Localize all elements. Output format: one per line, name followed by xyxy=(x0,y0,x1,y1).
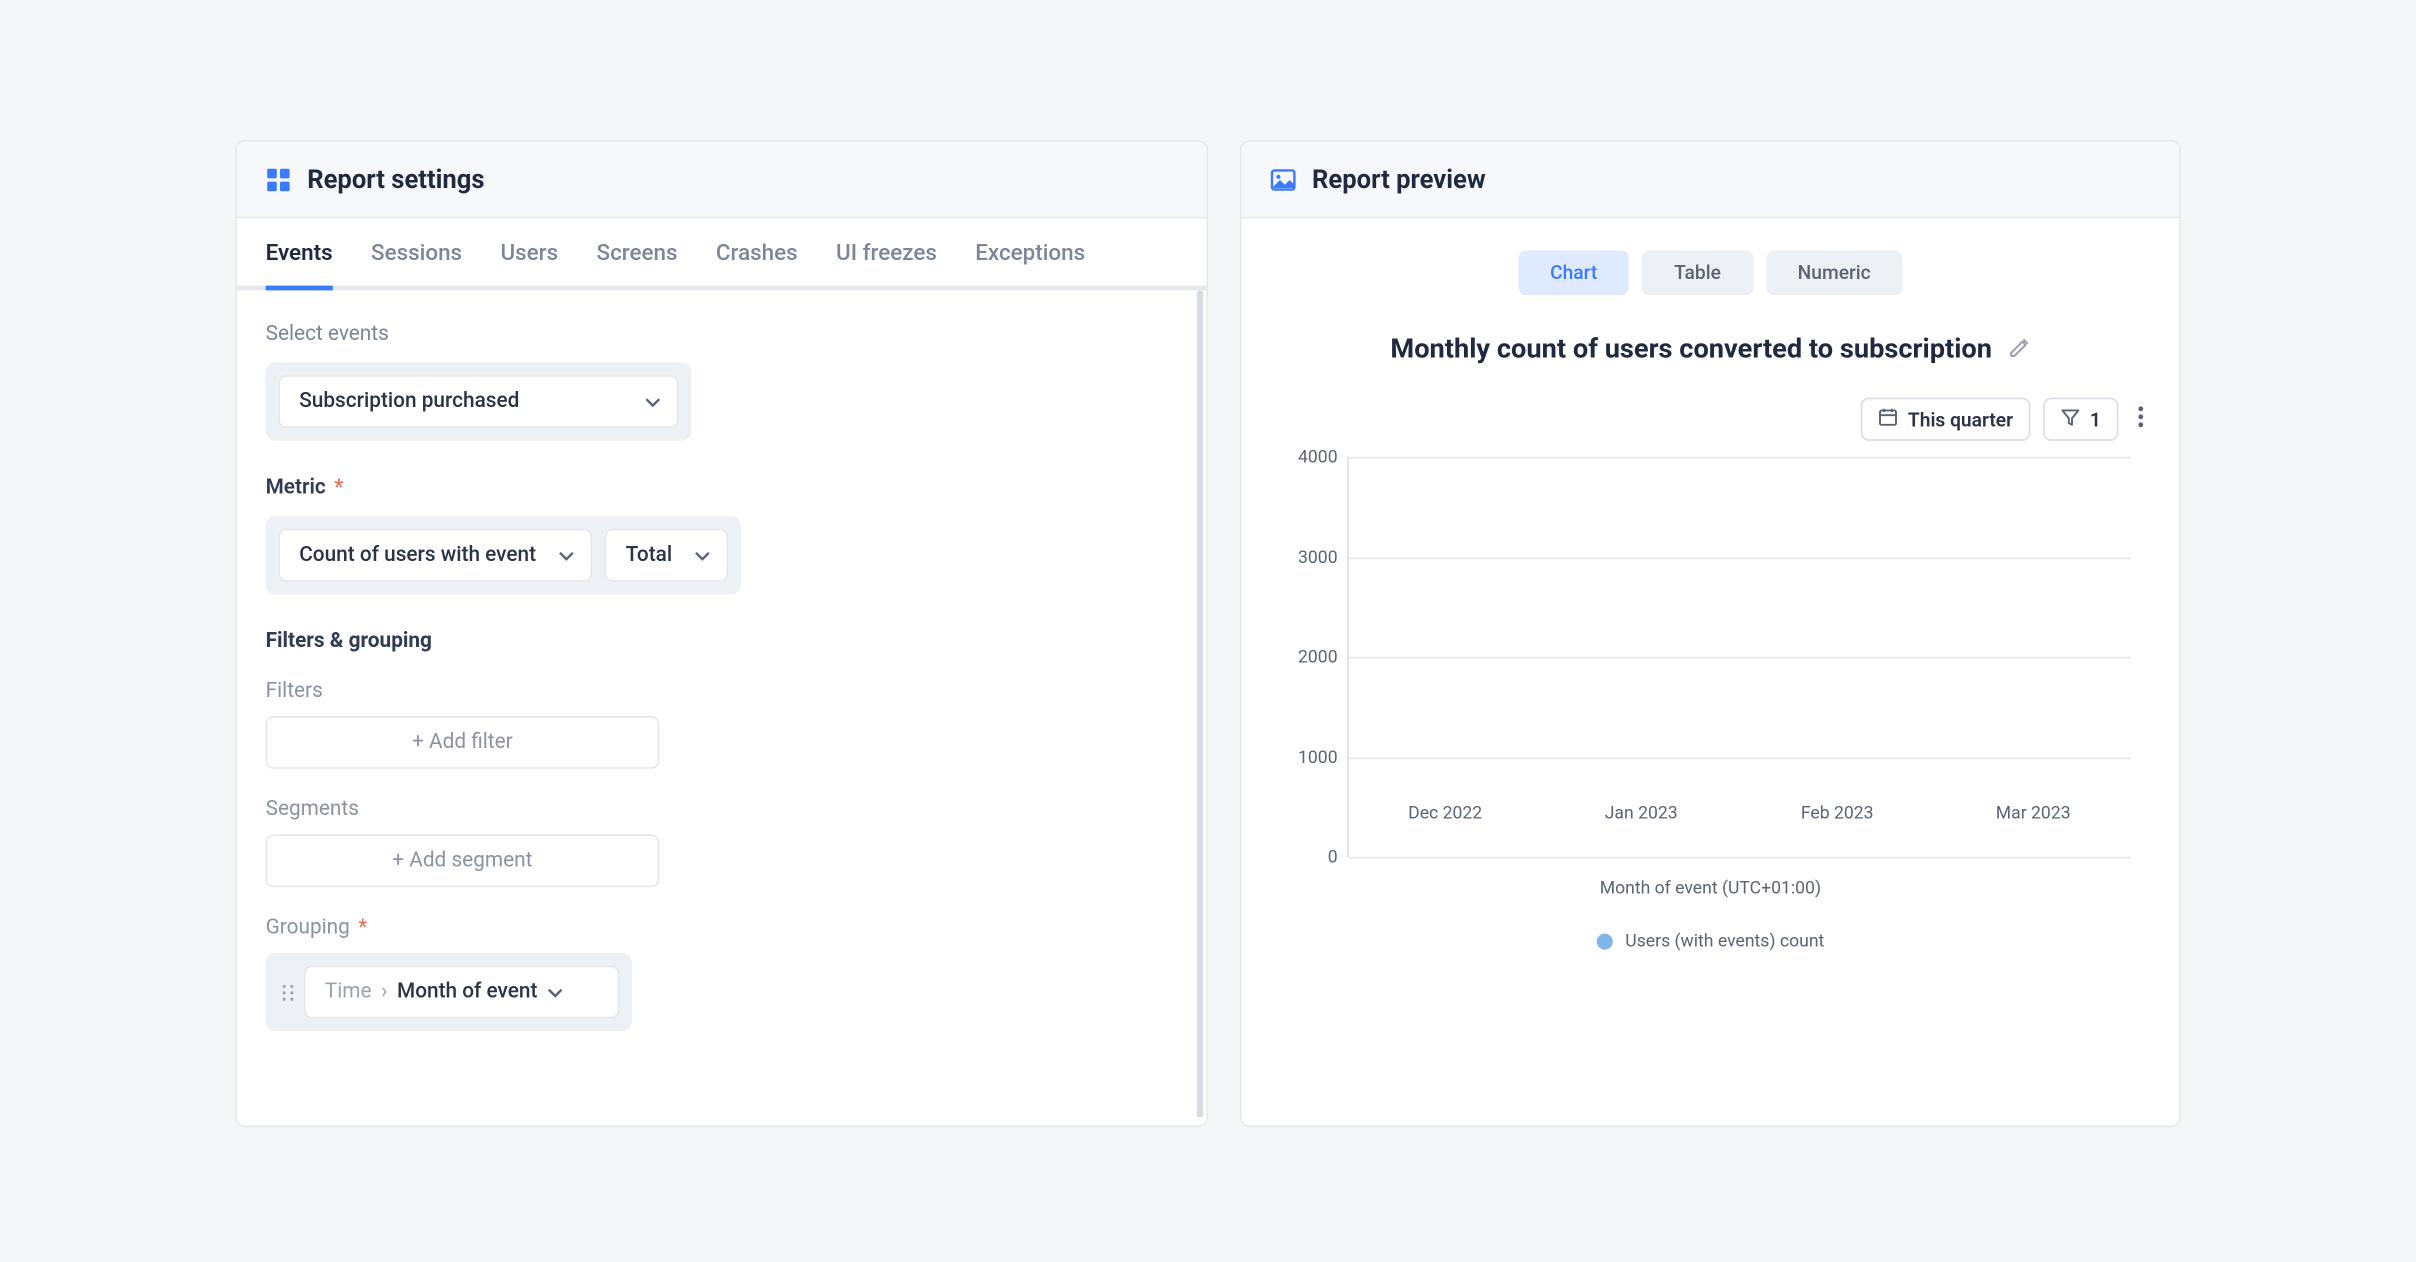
settings-body: Select events Subscription purchased Met… xyxy=(237,290,1207,1117)
x-tick-label: Dec 2022 xyxy=(1408,802,1482,823)
scrollbar[interactable] xyxy=(1197,290,1203,1117)
y-tick-label: 1000 xyxy=(1270,746,1337,767)
date-range-button[interactable]: This quarter xyxy=(1862,398,2031,441)
chart-title-row: Monthly count of users converted to subs… xyxy=(1270,334,2150,366)
aggregation-select[interactable]: Total xyxy=(605,529,728,582)
x-axis-label: Month of event (UTC+01:00) xyxy=(1270,878,2150,899)
metric-group: Count of users with event Total xyxy=(266,516,741,594)
filter-count-button[interactable]: 1 xyxy=(2043,398,2118,441)
tab-sessions[interactable]: Sessions xyxy=(371,218,462,290)
select-events-label: Select events xyxy=(266,322,1178,346)
chevron-down-icon xyxy=(547,984,563,1000)
filter-count: 1 xyxy=(2090,408,2101,430)
event-select-value: Subscription purchased xyxy=(299,390,519,414)
report-settings-panel: Report settings Events Sessions Users Scree… xyxy=(235,140,1208,1127)
event-picker-group: Subscription purchased xyxy=(266,362,692,440)
y-tick-label: 2000 xyxy=(1270,646,1337,667)
grouping-row: Time › Month of event xyxy=(266,953,632,1031)
chart-toolbar: This quarter 1 xyxy=(1270,398,2150,441)
view-chart-button[interactable]: Chart xyxy=(1518,250,1629,295)
metric-select-value: Count of users with event xyxy=(299,543,536,567)
grouping-category: Time xyxy=(325,980,372,1004)
grouping-select[interactable]: Time › Month of event xyxy=(304,966,619,1019)
segments-label: Segments xyxy=(266,798,1178,822)
tab-screens[interactable]: Screens xyxy=(597,218,678,290)
tab-events[interactable]: Events xyxy=(266,218,333,290)
y-tick-label: 4000 xyxy=(1270,446,1337,467)
tab-exceptions[interactable]: Exceptions xyxy=(975,218,1085,290)
report-preview-panel: Report preview Chart Table Numeric Monthly… xyxy=(1240,140,2181,1127)
add-filter-button[interactable]: + Add filter xyxy=(266,716,660,769)
calendar-icon xyxy=(1879,407,1898,431)
report-preview-title: Report preview xyxy=(1312,164,1486,194)
filters-label: Filters xyxy=(266,679,1178,703)
chart-area: Dec 2022 Jan 2023 Feb 2023 Mar 2023 Month o… xyxy=(1270,457,2150,921)
required-marker: * xyxy=(353,916,367,940)
chevron-down-icon xyxy=(558,547,574,563)
chevron-right-icon: › xyxy=(381,980,387,1004)
chart-bars: Dec 2022 Jan 2023 Feb 2023 Mar 2023 xyxy=(1347,457,2131,857)
tab-ui-freezes[interactable]: UI freezes xyxy=(836,218,937,290)
report-preview-header: Report preview xyxy=(1242,142,2180,219)
date-range-label: This quarter xyxy=(1908,408,2013,430)
y-tick-label: 3000 xyxy=(1270,546,1337,567)
chevron-down-icon xyxy=(645,394,661,410)
filters-grouping-heading: Filters & grouping xyxy=(266,630,1178,654)
grouping-label: Grouping * xyxy=(266,916,1178,940)
tab-crashes[interactable]: Crashes xyxy=(716,218,798,290)
add-segment-button[interactable]: + Add segment xyxy=(266,834,660,887)
edit-title-icon[interactable] xyxy=(2008,334,2030,364)
y-tick-label: 0 xyxy=(1270,846,1337,867)
chart-legend: Users (with events) count xyxy=(1270,930,2150,951)
preview-body: Chart Table Numeric Monthly count of users… xyxy=(1242,218,2180,1122)
report-settings-title: Report settings xyxy=(307,164,484,194)
dashboard-icon xyxy=(266,166,292,192)
settings-tabs: Events Sessions Users Screens Crashes UI free… xyxy=(237,218,1207,290)
event-select[interactable]: Subscription purchased xyxy=(278,375,678,428)
x-tick-label: Mar 2023 xyxy=(1996,802,2071,823)
aggregation-select-value: Total xyxy=(626,543,673,567)
view-toggle: Chart Table Numeric xyxy=(1270,250,2150,295)
required-marker: * xyxy=(329,476,344,500)
x-tick-label: Feb 2023 xyxy=(1801,802,1874,823)
view-numeric-button[interactable]: Numeric xyxy=(1766,250,1903,295)
legend-dot-icon xyxy=(1596,933,1612,949)
metric-label: Metric * xyxy=(266,476,1178,500)
view-table-button[interactable]: Table xyxy=(1642,250,1753,295)
picture-icon xyxy=(1270,166,1296,192)
gridline xyxy=(1349,857,2131,859)
metric-select[interactable]: Count of users with event xyxy=(278,529,592,582)
legend-label: Users (with events) count xyxy=(1625,930,1824,951)
chart-title: Monthly count of users converted to subs… xyxy=(1390,334,1992,366)
filter-icon xyxy=(2061,407,2080,431)
drag-handle-icon[interactable] xyxy=(278,981,304,1003)
chevron-down-icon xyxy=(695,547,711,563)
grouping-value: Month of event xyxy=(397,980,537,1004)
report-settings-header: Report settings xyxy=(237,142,1207,219)
x-tick-label: Jan 2023 xyxy=(1605,802,1678,823)
more-menu-icon[interactable] xyxy=(2131,403,2150,435)
tab-users[interactable]: Users xyxy=(501,218,559,290)
